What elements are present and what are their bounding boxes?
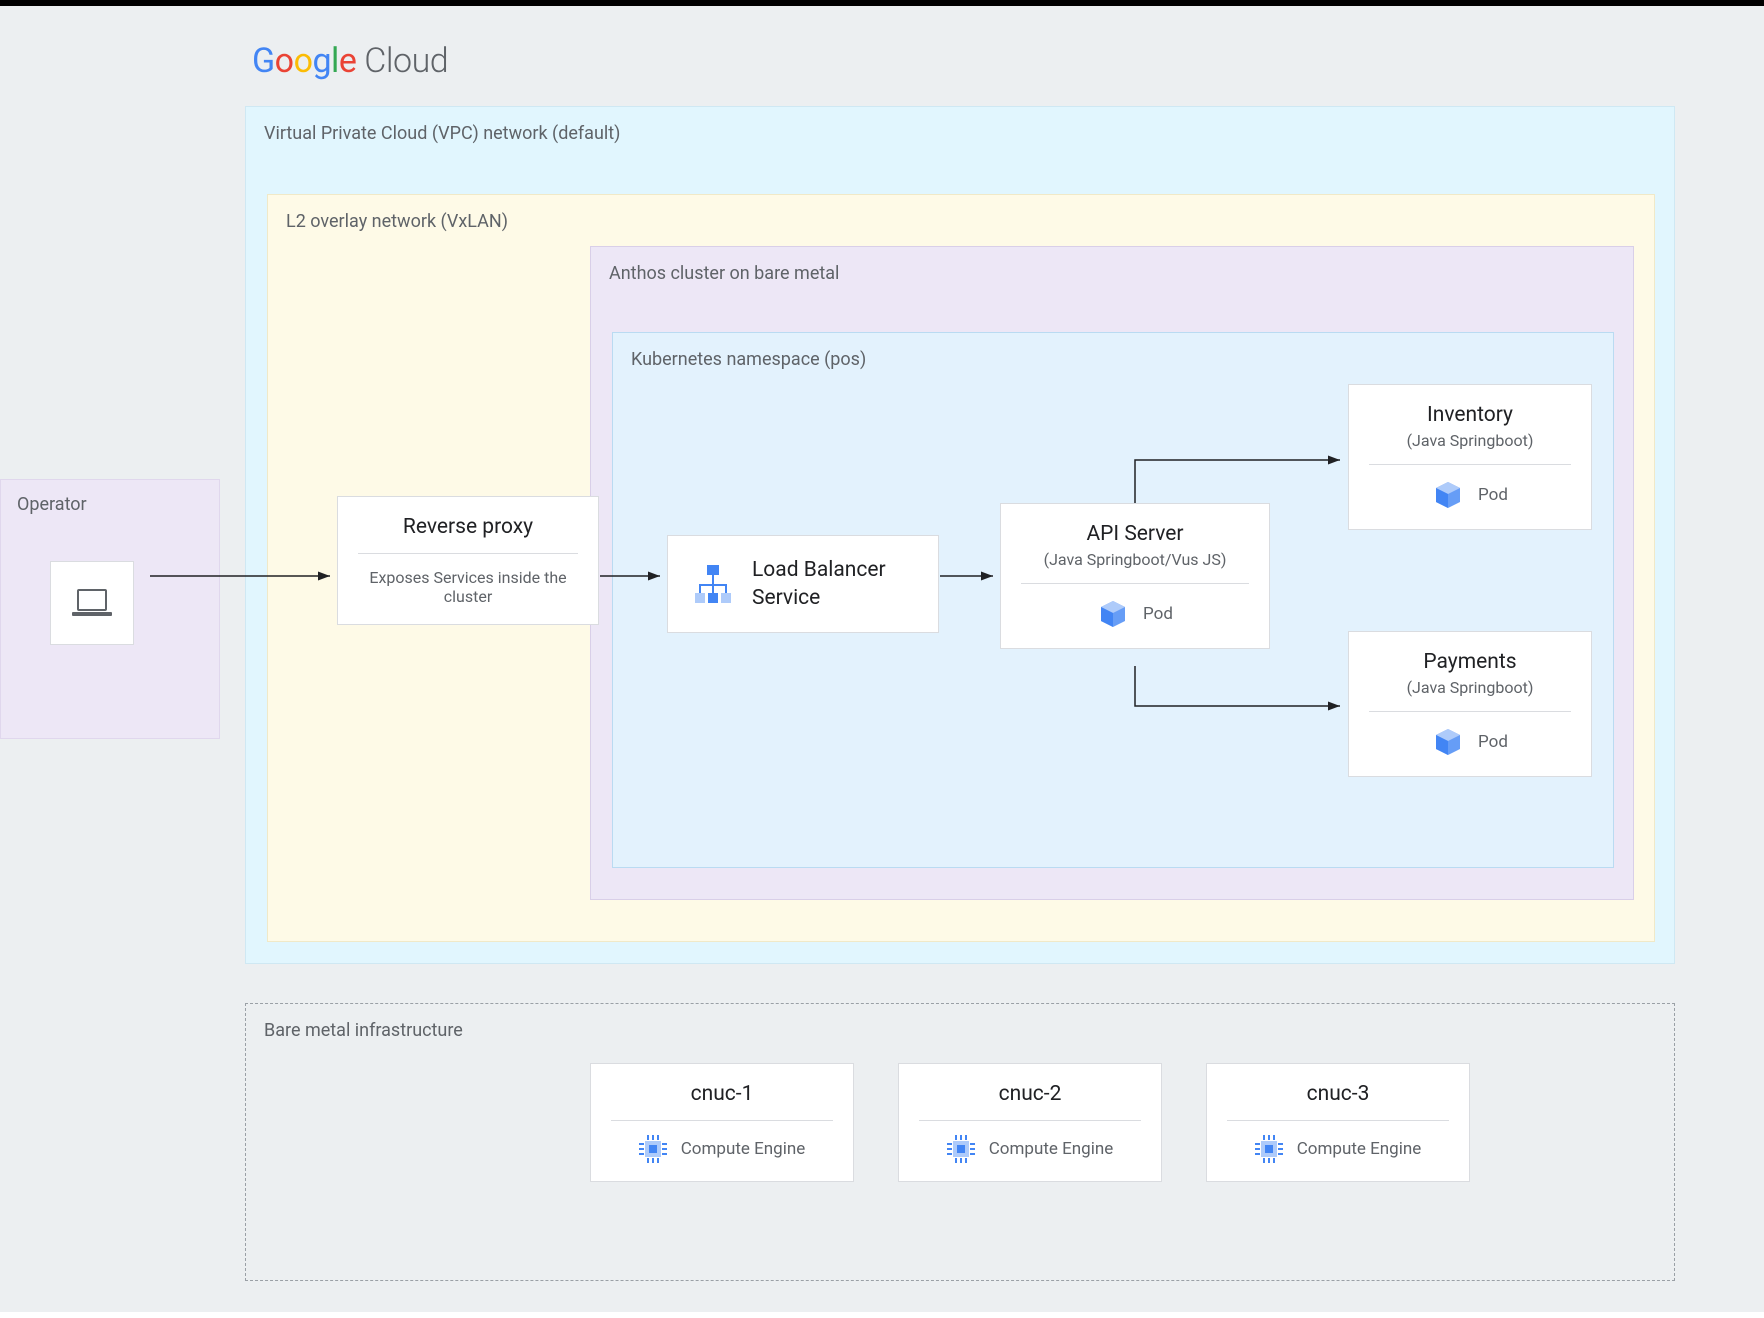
compute-engine-icon (947, 1135, 975, 1163)
google-cloud-logo: Google Cloud (252, 41, 448, 81)
api-pod-label: Pod (1143, 604, 1173, 624)
api-server-subtitle: (Java Springboot/Vus JS) (1021, 550, 1249, 569)
cnuc-1-card: cnuc-1 Compute Engine (590, 1063, 854, 1182)
operator-label: Operator (17, 494, 87, 515)
reverse-proxy-title: Reverse proxy (358, 515, 578, 539)
payments-card: Payments (Java Springboot) Pod (1348, 631, 1592, 777)
operator-laptop (50, 561, 134, 645)
api-server-card: API Server (Java Springboot/Vus JS) Pod (1000, 503, 1270, 649)
cnuc-2-ce-label: Compute Engine (989, 1139, 1114, 1159)
cnuc-1-title: cnuc-1 (611, 1082, 833, 1106)
pod-icon (1097, 598, 1129, 630)
compute-engine-icon (639, 1135, 667, 1163)
load-balancer-icon (692, 563, 734, 605)
cnuc-1-ce-label: Compute Engine (681, 1139, 806, 1159)
load-balancer-card: Load Balancer Service (667, 535, 939, 633)
pod-icon (1432, 726, 1464, 758)
cnuc-2-title: cnuc-2 (919, 1082, 1141, 1106)
cnuc-3-ce-label: Compute Engine (1297, 1139, 1422, 1159)
inventory-title: Inventory (1369, 403, 1571, 427)
laptop-icon (72, 588, 112, 618)
api-server-title: API Server (1021, 522, 1249, 546)
cnuc-2-card: cnuc-2 Compute Engine (898, 1063, 1162, 1182)
inventory-subtitle: (Java Springboot) (1369, 431, 1571, 450)
lb-line1: Load Balancer (752, 558, 886, 582)
reverse-proxy-desc: Exposes Services inside the cluster (358, 568, 578, 606)
payments-subtitle: (Java Springboot) (1369, 678, 1571, 697)
compute-engine-icon (1255, 1135, 1283, 1163)
lb-line2: Service (752, 586, 886, 610)
inventory-pod-label: Pod (1478, 485, 1508, 505)
cnuc-3-card: cnuc-3 Compute Engine (1206, 1063, 1470, 1182)
payments-title: Payments (1369, 650, 1571, 674)
pod-icon (1432, 479, 1464, 511)
reverse-proxy-card: Reverse proxy Exposes Services inside th… (337, 496, 599, 625)
bare-metal-label: Bare metal infrastructure (264, 1020, 463, 1041)
anthos-label: Anthos cluster on bare metal (609, 263, 839, 284)
k8s-label: Kubernetes namespace (pos) (631, 349, 866, 370)
inventory-card: Inventory (Java Springboot) Pod (1348, 384, 1592, 530)
payments-pod-label: Pod (1478, 732, 1508, 752)
cnuc-3-title: cnuc-3 (1227, 1082, 1449, 1106)
l2-label: L2 overlay network (VxLAN) (286, 211, 508, 232)
vpc-label: Virtual Private Cloud (VPC) network (def… (264, 123, 620, 144)
